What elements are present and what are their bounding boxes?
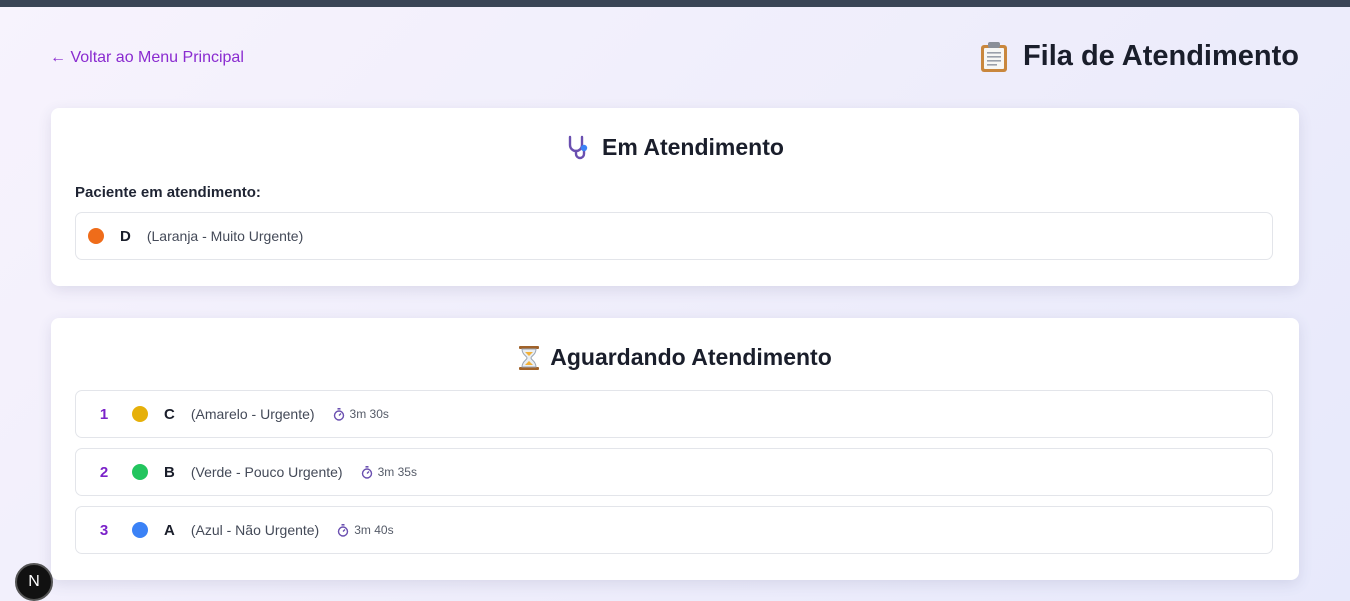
nextjs-dev-badge-label: N [28, 573, 40, 590]
page-title: Fila de Atendimento [979, 40, 1299, 73]
patient-letter: A [164, 521, 175, 539]
stopwatch-icon [333, 407, 345, 421]
patient-letter: D [120, 227, 131, 245]
priority-label: (Verde - Pouco Urgente) [190, 464, 343, 480]
priority-dot-orange [88, 228, 104, 244]
patient-letter: B [164, 463, 175, 481]
queue-row: 3 A (Azul - Não Urgente) 3m 40s [75, 506, 1273, 554]
priority-dot-blue [132, 522, 148, 538]
clipboard-icon [979, 41, 1009, 73]
hourglass-icon [518, 345, 540, 371]
patient-letter: C [164, 405, 175, 423]
priority-label: (Amarelo - Urgente) [190, 406, 315, 422]
wait-time: 3m 30s [333, 407, 389, 421]
priority-dot-green [132, 464, 148, 480]
queue-row: 1 C (Amarelo - Urgente) 3m 30s [75, 390, 1273, 438]
stopwatch-icon [361, 465, 373, 479]
current-patient-label: Paciente em atendimento: [75, 184, 261, 201]
waiting-title-text: Aguardando Atendimento [550, 344, 832, 370]
waiting-card: Aguardando Atendimento 1 C (Amarelo - Ur… [51, 318, 1299, 580]
back-to-menu-link[interactable]: ← Voltar ao Menu Principal [50, 49, 244, 67]
in-service-title-text: Em Atendimento [602, 134, 784, 160]
current-patient-row: D (Laranja - Muito Urgente) [75, 212, 1273, 260]
wait-time-text: 3m 30s [349, 407, 389, 421]
stopwatch-icon [337, 523, 349, 537]
nextjs-dev-badge[interactable]: N [15, 563, 53, 601]
queue-row: 2 B (Verde - Pouco Urgente) 3m 35s [75, 448, 1273, 496]
queue-position: 1 [99, 405, 109, 423]
queue-position: 2 [99, 463, 109, 481]
stethoscope-icon [566, 135, 592, 161]
in-service-card: Em Atendimento Paciente em atendimento: … [51, 108, 1299, 286]
in-service-title: Em Atendimento [51, 134, 1299, 161]
wait-time: 3m 35s [361, 465, 417, 479]
priority-label: (Laranja - Muito Urgente) [146, 228, 304, 244]
wait-time-text: 3m 35s [377, 465, 417, 479]
queue-position: 3 [99, 521, 109, 539]
wait-time: 3m 40s [337, 523, 394, 537]
browser-top-bar [0, 0, 1350, 7]
page-title-text: Fila de Atendimento [1022, 40, 1299, 72]
priority-label: (Azul - Não Urgente) [190, 522, 320, 538]
wait-time-text: 3m 40s [354, 523, 394, 537]
priority-dot-yellow [132, 406, 148, 422]
waiting-title: Aguardando Atendimento [51, 344, 1299, 371]
